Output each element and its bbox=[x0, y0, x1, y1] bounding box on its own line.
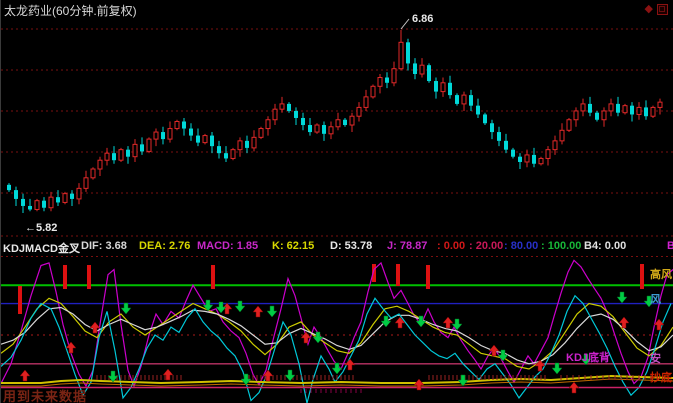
watermark-text: 用到未来数据 bbox=[3, 386, 87, 403]
level-100: : 100.00 bbox=[541, 240, 581, 252]
kdj-indicator-panel[interactable] bbox=[1, 256, 673, 403]
sell-signal-arrow-icon bbox=[617, 292, 627, 303]
sell-signal-arrow-icon bbox=[552, 363, 562, 374]
stock-app-window: 太龙药业(60分钟.前复权) ◆ 6.86←5.82 KDJMACD金叉DIF:… bbox=[0, 0, 673, 403]
buy-signal-arrow-icon bbox=[569, 382, 579, 393]
candlestick-chart[interactable]: 6.86 ←5.82 bbox=[1, 0, 673, 239]
sell-signal-arrow-icon bbox=[381, 316, 391, 327]
buy-signal-arrow-icon bbox=[414, 379, 424, 390]
buy-signal-arrow-icon bbox=[443, 317, 453, 328]
k-value: K: 62.15 bbox=[272, 240, 314, 252]
buy-signal-arrow-icon bbox=[345, 359, 355, 370]
dif-value: DIF: 3.68 bbox=[81, 240, 127, 252]
macd-value: MACD: 1.85 bbox=[197, 240, 258, 252]
level-0: : 0.00 bbox=[437, 240, 465, 252]
j-value: J: 78.87 bbox=[387, 240, 427, 252]
high-price-label: 6.86 bbox=[412, 13, 433, 25]
risk-zone-label-1: 风 bbox=[650, 291, 661, 307]
level-80: : 80.00 bbox=[504, 240, 538, 252]
sell-signal-arrow-icon bbox=[235, 301, 245, 312]
b4-value: B4: 0.00 bbox=[584, 240, 626, 252]
low-price-label: ←5.82 bbox=[25, 222, 57, 234]
buy-signal-arrow-icon bbox=[253, 306, 263, 317]
buy-signal-arrow-icon bbox=[20, 370, 30, 381]
b-partial: B bbox=[667, 240, 673, 252]
buy-signal-arrow-icon bbox=[395, 317, 405, 328]
risk-zone-label-2: 安 bbox=[650, 350, 661, 366]
level-20: : 20.00 bbox=[469, 240, 503, 252]
sell-signal-arrow-icon bbox=[267, 306, 277, 317]
d-value: D: 53.78 bbox=[330, 240, 372, 252]
indicator-name: KDJMACD金叉 bbox=[3, 240, 80, 256]
sell-signal-arrow-icon bbox=[332, 363, 342, 374]
kdj-divergence-label: KDJ底背 bbox=[566, 349, 610, 365]
sell-signal-arrow-icon bbox=[313, 332, 323, 343]
sell-signal-arrow-icon bbox=[121, 303, 131, 314]
indicator-header-row: KDJMACD金叉DIF: 3.68 DEA: 2.76 MACD: 1.85 K: … bbox=[1, 239, 673, 256]
risk-zone-label-0: 高风 bbox=[650, 266, 672, 282]
risk-zone-label-3: 抄底 bbox=[650, 369, 672, 385]
dea-value: DEA: 2.76 bbox=[139, 240, 190, 252]
sell-signal-arrow-icon bbox=[203, 300, 213, 311]
